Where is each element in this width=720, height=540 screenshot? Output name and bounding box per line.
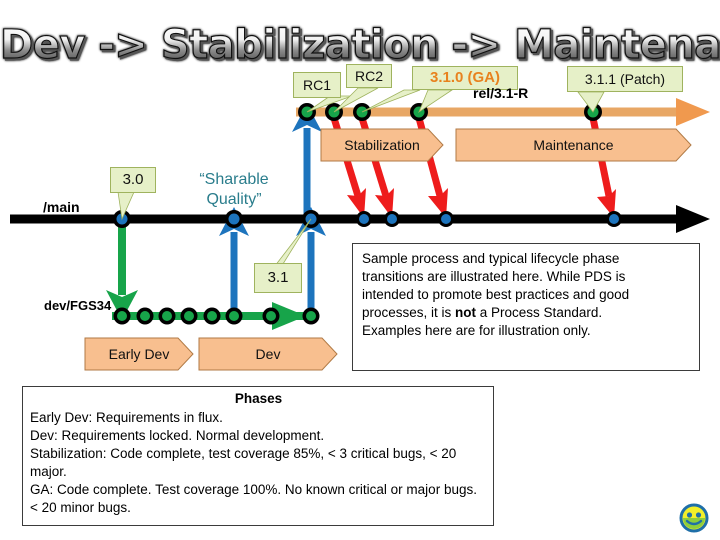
note-sample-line3: intended to promote best practices and g… bbox=[362, 286, 630, 302]
note-phases-line2: Dev: Requirements locked. Normal develop… bbox=[30, 427, 325, 443]
note-sample-line4-c: a Process Standard. bbox=[476, 304, 603, 320]
phase-arrow-maintenance-label: Maintenance bbox=[533, 137, 614, 153]
note-phases-line4: GA: Code complete. Test coverage 100%. N… bbox=[30, 481, 477, 515]
callout-patch-label: 3.1.1 (Patch) bbox=[584, 70, 666, 87]
branch-label-release: rel/3.1-R bbox=[473, 85, 529, 101]
callout-version-3-0-label: 3.0 bbox=[122, 171, 144, 189]
callout-version-3-1-label: 3.1 bbox=[267, 269, 289, 287]
phase-arrow-dev-label: Dev bbox=[255, 346, 281, 362]
callout-patch[interactable]: 3.1.1 (Patch) bbox=[567, 66, 683, 92]
note-sample-line5: Examples here are for illustration only. bbox=[362, 322, 591, 338]
callout-version-3-0[interactable]: 3.0 bbox=[110, 167, 156, 193]
note-box-sample-process: Sample process and typical lifecycle pha… bbox=[352, 243, 700, 371]
note-phases-title: Phases bbox=[234, 391, 283, 406]
branch-label-main: /main bbox=[43, 199, 80, 215]
smiley-face-icon[interactable] bbox=[679, 503, 709, 533]
note-phases-line1: Early Dev: Requirements in flux. bbox=[30, 409, 223, 425]
callout-rc2-label: RC2 bbox=[354, 67, 383, 84]
note-phases-line3: Stabilization: Code complete, test cover… bbox=[30, 445, 457, 479]
callout-rc1[interactable]: RC1 bbox=[293, 72, 341, 98]
phase-arrow-early-dev[interactable]: Early Dev bbox=[84, 337, 194, 371]
phase-arrow-dev[interactable]: Dev bbox=[198, 337, 338, 371]
note-box-phases: Phases Early Dev: Requirements in flux. … bbox=[22, 386, 494, 526]
diagram-canvas: Dev -> Stabilization -> Maintenance RC1 … bbox=[0, 0, 720, 540]
callout-ga-label: 3.1.0 (GA) bbox=[429, 69, 501, 87]
callout-rc2[interactable]: RC2 bbox=[346, 64, 392, 88]
merge-arrow-up-release bbox=[292, 104, 322, 218]
phase-arrow-maintenance[interactable]: Maintenance bbox=[455, 128, 692, 162]
annotation-sharable-quality: “Sharable Quality” bbox=[179, 170, 289, 209]
annotation-sharable-quality-line2: Quality” bbox=[206, 190, 262, 208]
note-sample-line4-emphasis: not bbox=[455, 304, 477, 320]
callout-rc1-label: RC1 bbox=[302, 76, 331, 93]
note-sample-line2: transitions are illustrated here. While … bbox=[362, 268, 626, 284]
note-sample-line4-a: processes, it is bbox=[362, 304, 456, 320]
note-sample-line1: Sample process and typical lifecycle pha… bbox=[362, 251, 620, 266]
callout-version-3-1[interactable]: 3.1 bbox=[254, 263, 302, 293]
annotation-sharable-quality-line1: “Sharable bbox=[199, 171, 269, 188]
note-sample-line4: processes, it is not a Process Standard. bbox=[362, 304, 691, 322]
phase-arrow-stabilization-label: Stabilization bbox=[344, 137, 420, 153]
phase-arrow-stabilization[interactable]: Stabilization bbox=[320, 128, 444, 162]
phase-arrow-early-dev-label: Early Dev bbox=[108, 346, 170, 362]
branch-label-dev: dev/FGS34 bbox=[44, 298, 112, 313]
